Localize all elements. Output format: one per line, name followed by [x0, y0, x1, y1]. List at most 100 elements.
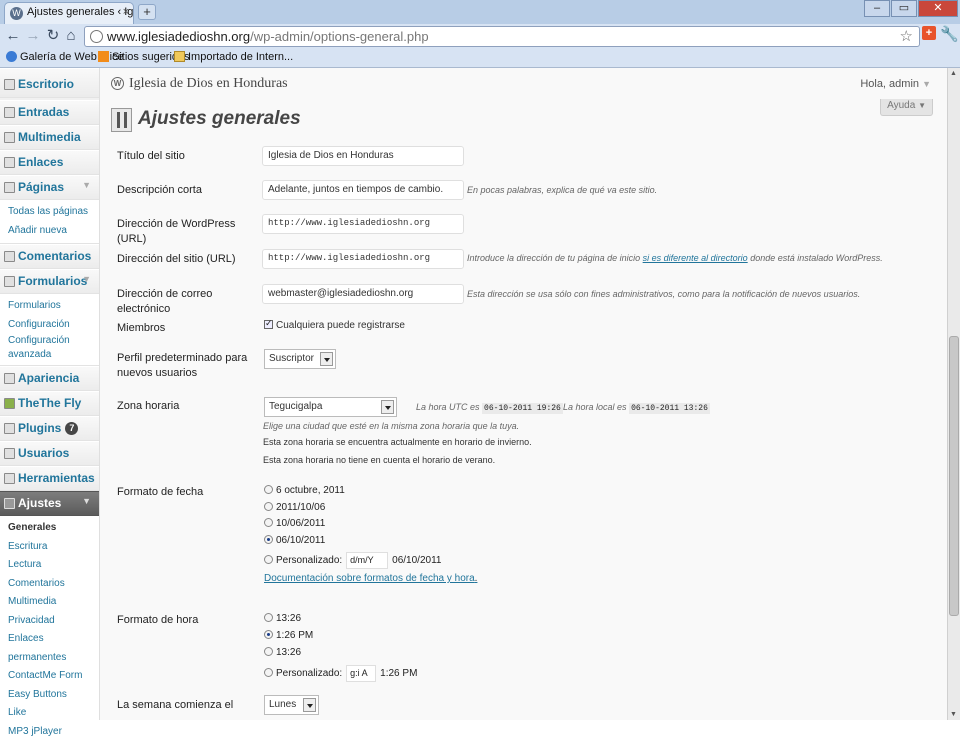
default-role-select[interactable]: Suscriptor	[264, 349, 336, 369]
radio-button[interactable]	[264, 555, 273, 565]
extension-plus-icon[interactable]: +	[922, 26, 936, 40]
timezone-select[interactable]: Tegucigalpa	[264, 397, 397, 417]
site-url-help-link[interactable]: si es diferente al directorio	[643, 253, 748, 263]
date-option-custom[interactable]: Personalizado: d/m/Y 06/10/2011	[264, 552, 441, 569]
tab-close-icon[interactable]: ×	[123, 6, 129, 18]
date-custom-preview: 06/10/2011	[392, 555, 442, 567]
expand-arrow-icon[interactable]: ▼	[82, 274, 91, 284]
submenu-enlaces-permanentes[interactable]: Enlaces permanentes	[8, 630, 99, 667]
users-icon	[4, 448, 15, 459]
submenu-formularios-list[interactable]: Formularios	[8, 297, 99, 316]
expand-arrow-icon[interactable]: ▼	[82, 180, 91, 190]
menu-herramientas[interactable]: Herramientas	[0, 466, 99, 491]
date-custom-input[interactable]: d/m/Y	[346, 552, 389, 569]
menu-escritorio[interactable]: Escritorio	[0, 68, 99, 98]
dropdown-arrow-icon	[303, 698, 316, 712]
submenu-anadir-nueva[interactable]: Añadir nueva	[8, 222, 99, 241]
submenu-mp3-jplayer[interactable]: MP3 jPlayer	[8, 723, 99, 742]
forward-arrow-icon[interactable]: →	[24, 26, 42, 46]
menu-entradas[interactable]: Entradas	[0, 100, 99, 125]
menu-enlaces[interactable]: Enlaces	[0, 150, 99, 175]
tagline-input[interactable]: Adelante, juntos en tiempos de cambio.	[262, 180, 464, 200]
home-icon[interactable]: ⌂	[62, 26, 80, 46]
timezone-hint: Elige una ciudad que esté en la misma zo…	[263, 421, 520, 431]
admin-sidebar: Escritorio Entradas Multimedia Enlaces P…	[0, 68, 100, 744]
menu-formularios[interactable]: Formularios ▼	[0, 269, 99, 294]
time-option-3[interactable]: 13:26	[264, 647, 301, 658]
wordpress-favicon-icon: W	[10, 7, 23, 20]
submenu-configuracion[interactable]: Configuración	[8, 316, 99, 335]
browser-tab[interactable]: W Ajustes generales ‹ Iglesia d ×	[4, 2, 134, 24]
submenu-easy-buttons[interactable]: Easy Buttons	[8, 686, 99, 705]
menu-ajustes[interactable]: Ajustes ▼	[0, 491, 99, 516]
radio-button[interactable]	[264, 647, 273, 656]
user-greeting[interactable]: Hola, admin ▼	[860, 78, 931, 90]
plugins-update-badge: 7	[65, 422, 79, 435]
new-tab-button[interactable]: +	[138, 4, 156, 20]
submenu-generales[interactable]: Generales	[8, 519, 99, 538]
radio-button[interactable]	[264, 613, 273, 622]
email-input[interactable]: webmaster@iglesiadedioshn.org	[262, 284, 464, 304]
address-bar[interactable]: www.iglesiadedioshn.org/wp-admin/options…	[84, 26, 920, 47]
menu-apariencia[interactable]: Apariencia	[0, 366, 99, 391]
date-doc-link[interactable]: Documentación sobre formatos de fecha y …	[264, 573, 477, 584]
submenu-escritura[interactable]: Escritura	[8, 538, 99, 557]
back-arrow-icon[interactable]: ←	[4, 26, 22, 46]
time-custom-input[interactable]: g:i A	[346, 665, 377, 682]
dropdown-arrow-icon	[381, 400, 394, 414]
time-option-custom[interactable]: Personalizado: g:i A 1:26 PM	[264, 665, 417, 682]
scroll-down-arrow-icon[interactable]: ▼	[950, 711, 957, 718]
members-label: Miembros	[117, 322, 166, 334]
submenu-lectura[interactable]: Lectura	[8, 556, 99, 575]
reload-icon[interactable]: ↻	[44, 26, 62, 46]
menu-plugins[interactable]: Plugins 7	[0, 416, 99, 441]
members-checkbox-row[interactable]: Cualquiera puede registrarse	[264, 318, 405, 331]
date-option-3[interactable]: 10/06/2011	[264, 518, 325, 529]
menu-paginas[interactable]: Páginas ▼	[0, 175, 99, 200]
radio-button[interactable]	[264, 518, 273, 527]
date-option-2[interactable]: 2011/10/06	[264, 502, 325, 513]
page-scrollbar[interactable]: ▲ ▼	[947, 68, 960, 720]
time-option-1[interactable]: 13:26	[264, 613, 301, 624]
site-name[interactable]: Iglesia de Dios en Honduras	[129, 76, 288, 92]
submenu-contactme-form[interactable]: ContactMe Form	[8, 667, 99, 686]
submenu-paginas: Todas las páginas Añadir nueva	[0, 200, 99, 244]
submenu-comentarios[interactable]: Comentarios	[8, 575, 99, 594]
wp-url-input[interactable]: http://www.iglesiadedioshn.org	[262, 214, 464, 234]
close-window-button[interactable]: ✕	[918, 0, 958, 17]
radio-button[interactable]	[264, 535, 273, 544]
radio-button[interactable]	[264, 502, 273, 511]
site-url-input[interactable]: http://www.iglesiadedioshn.org	[262, 249, 464, 269]
bookmark-folder-importado[interactable]: Importado de Intern...	[174, 51, 293, 63]
email-label: Dirección de correo electrónico	[117, 288, 213, 315]
expand-arrow-icon[interactable]: ▼	[82, 496, 91, 506]
maximize-button[interactable]: ▭	[891, 0, 917, 17]
radio-button[interactable]	[264, 630, 273, 639]
minimize-button[interactable]: –	[864, 0, 890, 17]
folder-icon	[174, 51, 185, 62]
submenu-configuracion-avanzada[interactable]: Configuración avanzada	[8, 334, 99, 362]
submenu-multimedia[interactable]: Multimedia	[8, 593, 99, 612]
scrollbar-thumb[interactable]	[949, 336, 959, 616]
time-option-2[interactable]: 1:26 PM	[264, 630, 313, 641]
members-checkbox[interactable]	[264, 318, 273, 329]
date-option-4[interactable]: 06/10/2011	[264, 535, 325, 546]
help-tab[interactable]: Ayuda ▼	[880, 99, 933, 116]
radio-button[interactable]	[264, 485, 273, 494]
radio-button[interactable]	[264, 668, 273, 678]
submenu-todas-paginas[interactable]: Todas las páginas	[8, 203, 99, 222]
scroll-up-arrow-icon[interactable]: ▲	[950, 70, 957, 77]
submenu-privacidad[interactable]: Privacidad	[8, 612, 99, 631]
week-start-label: La semana comienza el	[117, 699, 234, 711]
menu-multimedia[interactable]: Multimedia	[0, 125, 99, 150]
menu-comentarios[interactable]: Comentarios	[0, 244, 99, 269]
tools-icon	[4, 473, 15, 484]
wrench-menu-icon[interactable]: 🔧	[940, 25, 959, 43]
bookmark-star-icon[interactable]: ☆	[900, 27, 913, 45]
menu-usuarios[interactable]: Usuarios	[0, 441, 99, 466]
tagline-description: En pocas palabras, explica de qué va est…	[467, 185, 658, 195]
site-title-input[interactable]: Iglesia de Dios en Honduras	[262, 146, 464, 166]
date-option-1[interactable]: 6 octubre, 2011	[264, 485, 345, 496]
week-start-select[interactable]: Lunes	[264, 695, 319, 715]
menu-thethe-fly[interactable]: TheThe Fly	[0, 391, 99, 416]
